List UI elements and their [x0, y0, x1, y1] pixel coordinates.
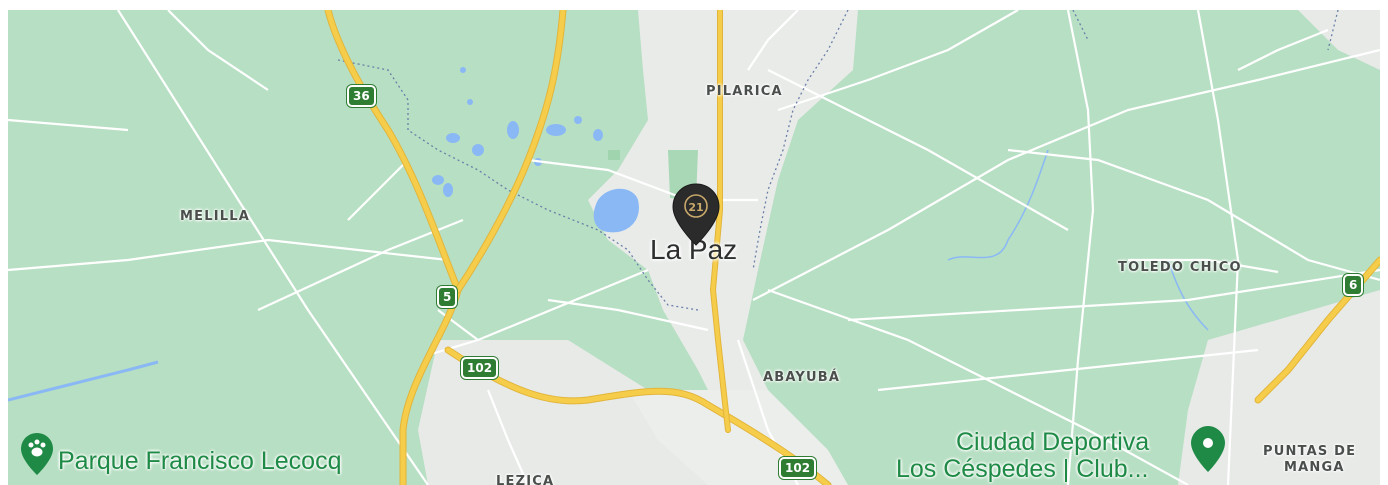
park-patch [608, 150, 620, 160]
route-shield-36: 36 [347, 85, 376, 107]
century21-map-pin-icon[interactable]: 21 [671, 183, 721, 252]
map-view[interactable]: PILARICA MELILLA TOLEDO CHICO ABAYUBÁ LE… [8, 10, 1380, 485]
locality-label-melilla: MELILLA [180, 209, 250, 224]
poi-label-ciudad-line2[interactable]: Los Céspedes | Club... [896, 455, 1148, 483]
locality-label-toledo-chico: TOLEDO CHICO [1118, 260, 1242, 275]
park-poi-pin-icon[interactable] [20, 432, 54, 481]
locality-label-puntas-de-manga-1: PUNTAS DE [1263, 444, 1357, 459]
locality-label-lezica: LEZICA [496, 474, 555, 485]
route-shield-6: 6 [1343, 274, 1364, 296]
locality-label-abayuba: ABAYUBÁ [763, 370, 841, 385]
locality-label-pilarica: PILARICA [706, 84, 783, 99]
route-shield-102-west: 102 [461, 357, 499, 379]
poi-label-parque[interactable]: Parque Francisco Lecocq [58, 447, 341, 475]
sports-poi-pin-icon[interactable] [1190, 425, 1226, 478]
route-shield-5: 5 [437, 286, 458, 308]
century21-logo-text: 21 [688, 201, 703, 214]
locality-label-puntas-de-manga-2: MANGA [1284, 460, 1345, 475]
poi-label-ciudad-line1[interactable]: Ciudad Deportiva [956, 428, 1149, 456]
route-shield-102-south: 102 [779, 457, 817, 479]
